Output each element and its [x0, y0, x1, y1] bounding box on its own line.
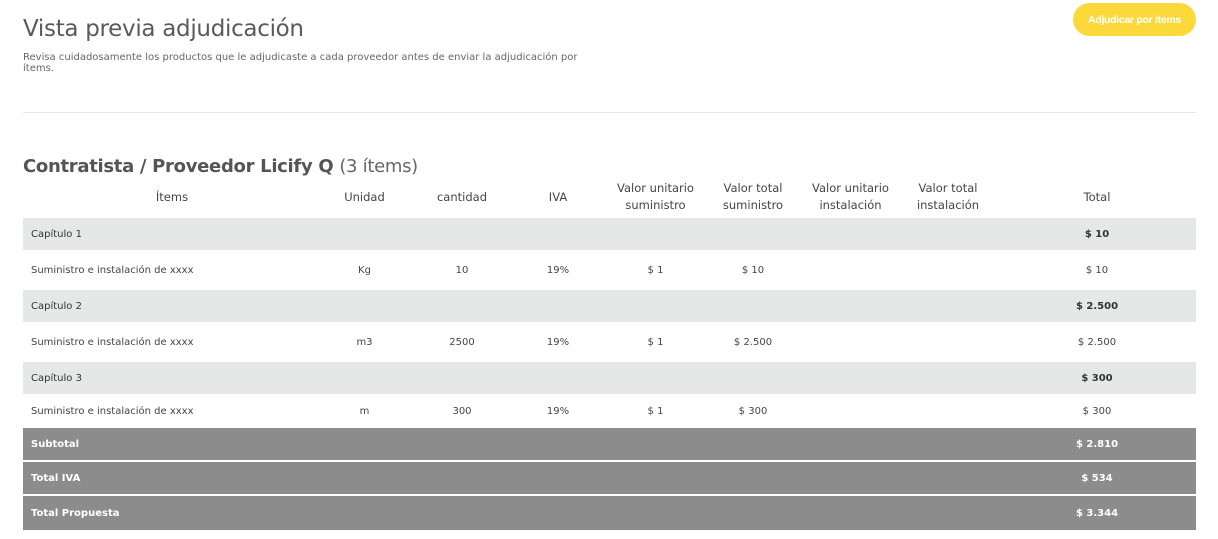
chapter-row: Capítulo 1 $ 10	[23, 218, 1196, 250]
col-header-unidad: Unidad	[344, 189, 385, 204]
col-header-iva: IVA	[548, 189, 568, 204]
col-header-total: Total	[1083, 189, 1111, 204]
subtotal-value: $ 2.810	[1075, 438, 1119, 450]
item-total: $ 300	[1082, 405, 1112, 417]
total-propuesta-label: Total Propuesta	[31, 507, 120, 519]
chapter-name: Capítulo 2	[31, 300, 82, 312]
chapter-total: $ 10	[1084, 228, 1110, 240]
total-iva-value: $ 534	[1081, 472, 1113, 484]
item-cantidad: 10	[455, 264, 469, 276]
adjudicar-por-items-button[interactable]: Adjudicar por ítems	[1073, 3, 1196, 36]
subtotal-row: Subtotal $ 2.810	[23, 428, 1196, 462]
total-iva-label: Total IVA	[31, 472, 81, 484]
total-iva-row: Total IVA $ 534	[23, 462, 1196, 496]
item-iva: 19%	[546, 336, 570, 348]
item-total: $ 10	[1085, 264, 1109, 276]
subtotal-label: Subtotal	[31, 438, 80, 450]
col-header-valor-total-suministro: Valor total suministro	[722, 181, 784, 212]
chapter-total: $ 2.500	[1075, 300, 1119, 312]
provider-name: Contratista / Proveedor Licify Q	[23, 156, 334, 177]
item-valor-unitario-suministro: $ 1	[647, 264, 664, 276]
col-header-valor-total-instalacion: Valor total instalación	[916, 181, 980, 212]
table-row: Suministro e instalación de xxxx m3 2500…	[23, 322, 1196, 362]
item-unidad: m	[359, 405, 370, 417]
adjudication-table: Ítems Unidad cantidad IVA Valor unitario…	[23, 176, 1196, 530]
item-total: $ 2.500	[1077, 336, 1117, 348]
total-propuesta-value: $ 3.344	[1075, 507, 1119, 519]
chapter-name: Capítulo 3	[31, 372, 82, 384]
item-iva: 19%	[546, 264, 570, 276]
item-valor-unitario-suministro: $ 1	[647, 405, 664, 417]
item-name: Suministro e instalación de xxxx	[31, 264, 194, 276]
table-row: Suministro e instalación de xxxx m 300 1…	[23, 394, 1196, 428]
col-header-items: Ítems	[155, 189, 189, 204]
col-header-valor-unitario-suministro: Valor unitario suministro	[617, 181, 694, 212]
chapter-row: Capítulo 2 $ 2.500	[23, 290, 1196, 322]
header-divider	[23, 112, 1196, 113]
section-title: Contratista / Proveedor Licify Q (3 ítem…	[23, 156, 418, 177]
total-propuesta-row: Total Propuesta $ 3.344	[23, 496, 1196, 530]
item-valor-total-suministro: $ 10	[741, 264, 765, 276]
chapter-name: Capítulo 1	[31, 228, 82, 240]
item-valor-total-suministro: $ 300	[738, 405, 768, 417]
item-cantidad: 300	[452, 405, 472, 417]
item-unidad: Kg	[358, 264, 371, 276]
col-header-cantidad: cantidad	[436, 189, 487, 204]
item-iva: 19%	[546, 405, 570, 417]
item-name: Suministro e instalación de xxxx	[31, 336, 194, 348]
page-subtitle: Revisa cuidadosamente los productos que …	[23, 52, 578, 74]
item-valor-unitario-suministro: $ 1	[647, 336, 664, 348]
chapter-total: $ 300	[1081, 372, 1113, 384]
table-row: Suministro e instalación de xxxx Kg 10 1…	[23, 250, 1196, 290]
item-unidad: m3	[356, 336, 373, 348]
item-valor-total-suministro: $ 2.500	[733, 336, 773, 348]
item-count: (3 ítems)	[339, 156, 418, 177]
table-header-row: Ítems Unidad cantidad IVA Valor unitario…	[23, 176, 1196, 218]
item-cantidad: 2500	[449, 336, 475, 348]
item-name: Suministro e instalación de xxxx	[31, 405, 194, 417]
chapter-row: Capítulo 3 $ 300	[23, 362, 1196, 394]
col-header-valor-unitario-instalacion: Valor unitario instalación	[812, 181, 889, 212]
page-title: Vista previa adjudicación	[23, 16, 304, 42]
